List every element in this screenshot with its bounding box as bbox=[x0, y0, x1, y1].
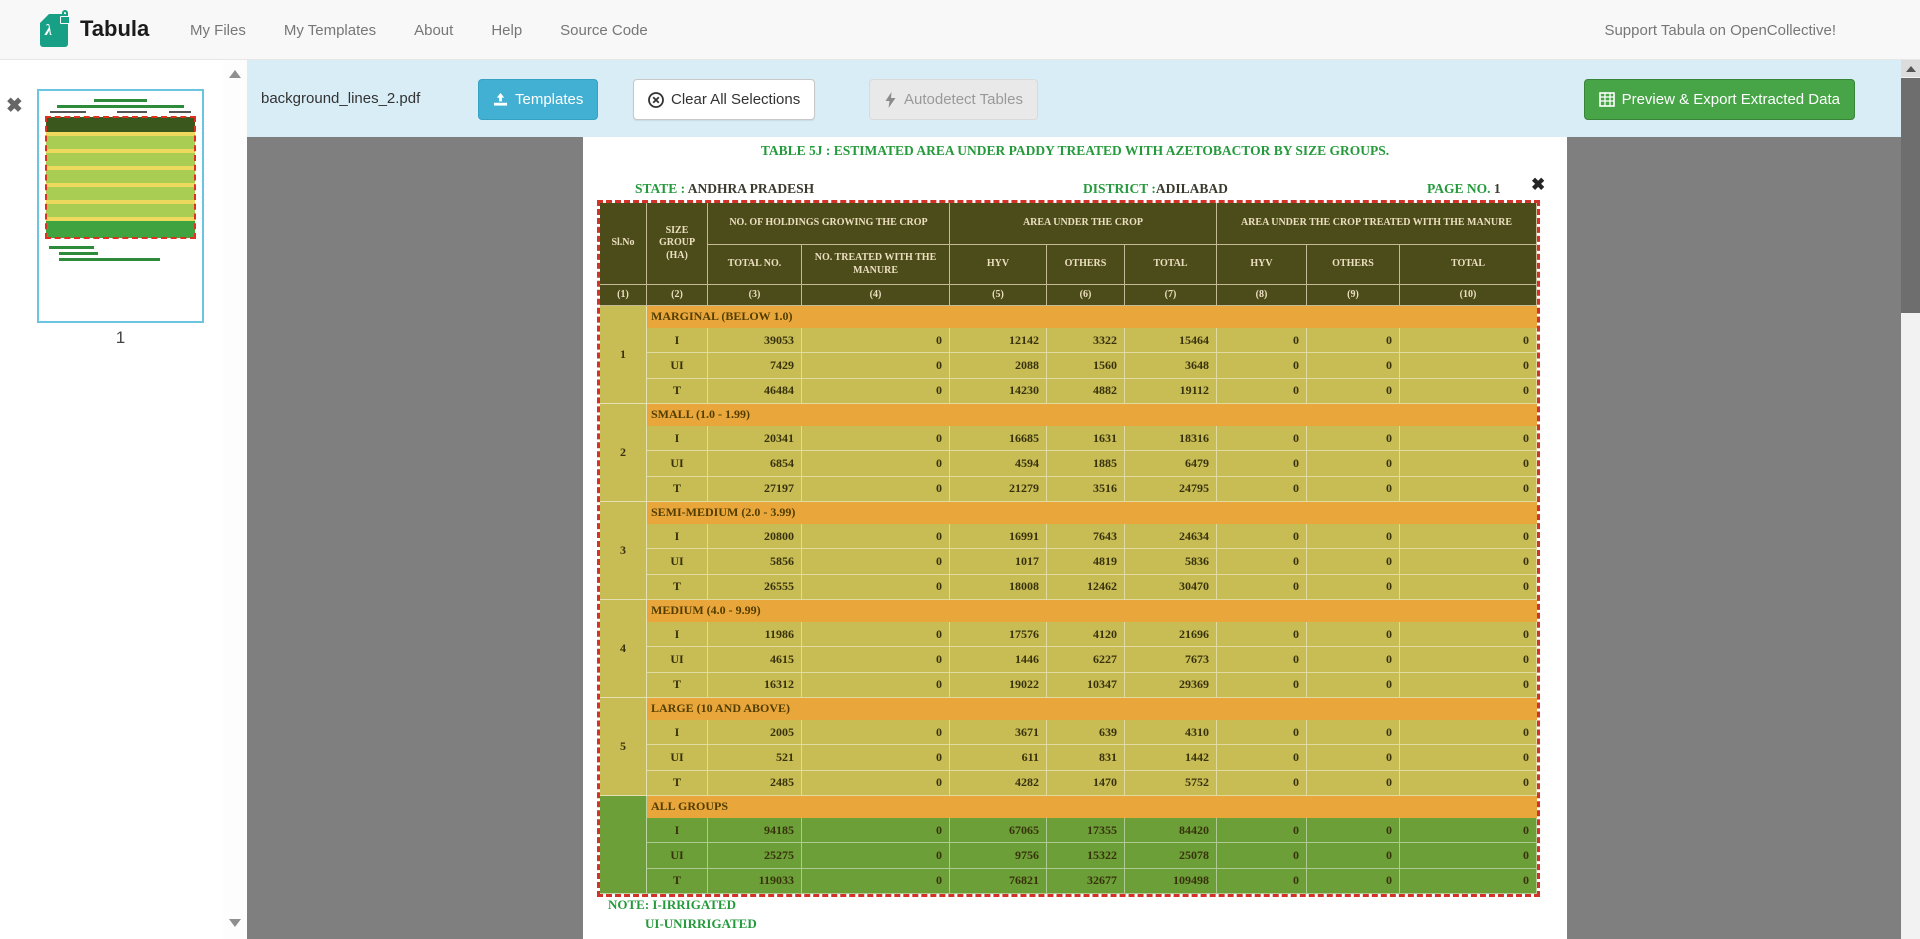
clear-all-selections-button[interactable]: Clear All Selections bbox=[633, 79, 815, 120]
autodetect-tables-label: Autodetect Tables bbox=[904, 91, 1023, 108]
thumb-title-line bbox=[57, 105, 184, 108]
templates-button-label: Templates bbox=[515, 91, 583, 108]
table-selection-box[interactable] bbox=[597, 200, 1540, 897]
nav-item-about[interactable]: About bbox=[414, 22, 453, 39]
toolbar: background_lines_2.pdf Templates Clear A… bbox=[247, 60, 1901, 137]
nav-menu: My Files My Templates About Help Source … bbox=[190, 0, 648, 60]
page-no-field: PAGE NO. 1 bbox=[1427, 181, 1501, 197]
pdf-note-line: NOTE: I-IRRIGATED bbox=[608, 897, 736, 913]
upload-icon bbox=[493, 92, 508, 107]
clear-all-selections-label: Clear All Selections bbox=[671, 91, 800, 108]
scroll-down-icon[interactable] bbox=[229, 919, 241, 927]
thumb-note-line bbox=[59, 258, 160, 261]
thumb-note-line bbox=[49, 246, 95, 249]
document-filename: background_lines_2.pdf bbox=[261, 60, 420, 137]
templates-button[interactable]: Templates bbox=[478, 79, 598, 120]
navbar: λ Tabula My Files My Templates About Hel… bbox=[0, 0, 1920, 60]
remove-page-icon[interactable]: ✖ bbox=[6, 96, 23, 116]
main-scrollbar[interactable] bbox=[1901, 60, 1920, 939]
pdf-page: TABLE 5J : ESTIMATED AREA UNDER PADDY TR… bbox=[583, 137, 1567, 939]
scroll-up-icon[interactable] bbox=[229, 70, 241, 78]
nav-item-source-code[interactable]: Source Code bbox=[560, 22, 648, 39]
preview-export-button[interactable]: Preview & Export Extracted Data bbox=[1584, 79, 1855, 120]
nav-item-my-templates[interactable]: My Templates bbox=[284, 22, 376, 39]
thumb-title-line bbox=[94, 99, 146, 102]
page-thumbnail[interactable] bbox=[37, 89, 204, 323]
thumbnail-page-number: 1 bbox=[37, 328, 204, 348]
lightning-icon bbox=[884, 92, 897, 108]
district-field: DISTRICT :ADILABAD bbox=[1083, 181, 1228, 197]
state-field: STATE : ANDHRA PRADESH bbox=[635, 181, 814, 197]
tabula-logo-icon: λ bbox=[40, 10, 70, 47]
thumb-meta-line bbox=[50, 111, 86, 113]
table-icon bbox=[1599, 92, 1615, 107]
nav-item-help[interactable]: Help bbox=[491, 22, 522, 39]
preview-export-label: Preview & Export Extracted Data bbox=[1622, 91, 1840, 108]
document-viewport: TABLE 5J : ESTIMATED AREA UNDER PADDY TR… bbox=[247, 137, 1901, 939]
scrollbar-thumb[interactable] bbox=[1901, 78, 1920, 313]
nav-item-my-files[interactable]: My Files bbox=[190, 22, 246, 39]
thumbnail-mini-table bbox=[46, 117, 195, 238]
brand[interactable]: λ Tabula bbox=[40, 10, 149, 47]
scroll-up-icon[interactable] bbox=[1901, 60, 1920, 77]
thumb-meta-line bbox=[117, 111, 146, 113]
sidebar-scrollbar[interactable] bbox=[223, 60, 247, 939]
main-pane: background_lines_2.pdf Templates Clear A… bbox=[247, 60, 1901, 939]
thumb-meta-line bbox=[169, 111, 190, 113]
autodetect-tables-button[interactable]: Autodetect Tables bbox=[869, 79, 1038, 120]
pdf-table-title: TABLE 5J : ESTIMATED AREA UNDER PADDY TR… bbox=[583, 143, 1567, 159]
selection-close-button[interactable]: ✖ bbox=[1531, 175, 1545, 195]
support-link[interactable]: Support Tabula on OpenCollective! bbox=[1604, 0, 1836, 60]
thumb-note-line bbox=[59, 252, 98, 255]
page-sidebar: ✖ 1 bbox=[0, 60, 223, 939]
circle-x-icon bbox=[648, 92, 664, 108]
pdf-note-line: UI-UNIRRIGATED bbox=[645, 916, 757, 932]
brand-title: Tabula bbox=[80, 16, 149, 42]
